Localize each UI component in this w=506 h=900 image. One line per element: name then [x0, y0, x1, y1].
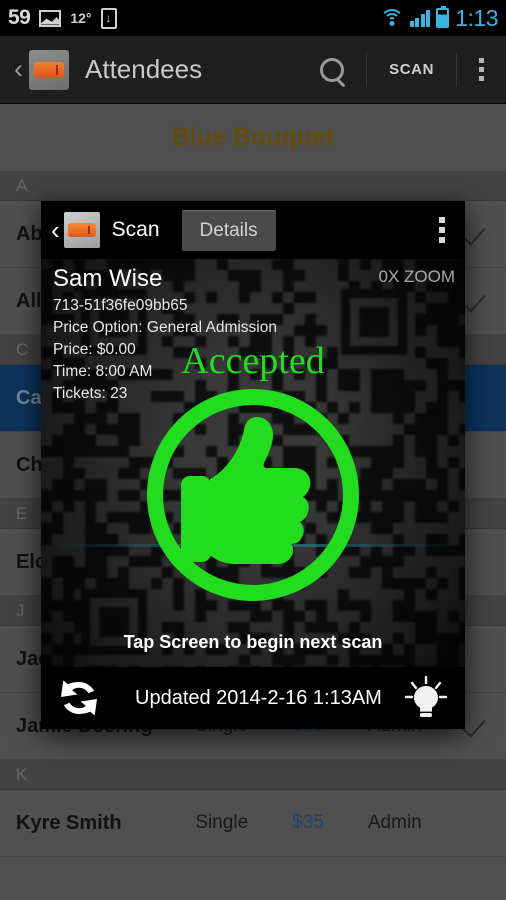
- search-icon: [320, 57, 345, 82]
- attendee-price-option: Price Option: General Admission: [53, 319, 277, 336]
- attendee-name: Sam Wise: [53, 265, 163, 292]
- refresh-icon[interactable]: [57, 677, 101, 719]
- attendee-info: Sam Wise 713-51f36fe09bb65 Price Option:…: [53, 265, 277, 405]
- back-icon[interactable]: ‹: [14, 56, 23, 83]
- clock: 1:13: [455, 4, 498, 31]
- download-icon: [100, 7, 117, 29]
- lightbulb-icon[interactable]: [403, 675, 449, 721]
- phone-screen: 59 12° 1:13 ‹ Attendees SCAN: [0, 0, 506, 900]
- scan-result-label: Accepted: [181, 340, 325, 382]
- details-button[interactable]: Details: [181, 209, 276, 251]
- overflow-menu-icon: [479, 58, 484, 81]
- status-bar-left: 59 12°: [8, 6, 117, 30]
- action-bar: ‹ Attendees SCAN: [0, 36, 506, 104]
- notification-count: 59: [8, 6, 31, 29]
- zoom-level-label: 0X ZOOM: [378, 267, 455, 286]
- page-title: Attendees: [85, 54, 203, 84]
- ticket-stub-icon[interactable]: [29, 49, 69, 90]
- search-button[interactable]: [298, 36, 366, 103]
- status-bar-right: 1:13: [379, 4, 498, 32]
- overflow-menu-icon[interactable]: [439, 217, 445, 243]
- status-bar: 59 12° 1:13: [0, 0, 506, 36]
- updated-label: Updated 2014-2-16 1:13AM: [135, 686, 382, 709]
- photo-icon: [39, 9, 62, 27]
- scan-camera-preview[interactable]: Sam Wise 713-51f36fe09bb65 Price Option:…: [41, 259, 465, 729]
- temperature-label: 12°: [70, 10, 92, 26]
- tap-hint-label: Tap Screen to begin next scan: [123, 632, 383, 652]
- thumbs-up-glyph: [181, 417, 311, 564]
- battery-icon: [436, 6, 450, 28]
- attendee-code: 713-51f36fe09bb65: [53, 297, 188, 314]
- scan-dialog-action-bar: ‹ Scan Details: [41, 201, 465, 259]
- signal-icon: [409, 9, 431, 27]
- scan-dialog-title: Scan: [111, 218, 160, 241]
- ticket-stub-icon[interactable]: [63, 212, 100, 248]
- wifi-icon: [379, 9, 404, 27]
- back-icon[interactable]: ‹: [51, 215, 60, 246]
- action-bar-actions: SCAN: [298, 36, 506, 103]
- scan-button[interactable]: SCAN: [367, 36, 456, 103]
- thumbs-up-icon: [147, 389, 359, 601]
- overflow-menu-button[interactable]: [457, 36, 506, 103]
- scan-button-label: SCAN: [389, 61, 434, 78]
- scan-dialog-footer: Updated 2014-2-16 1:13AM: [41, 667, 465, 729]
- scan-dialog[interactable]: ‹ Scan Details Sam Wise 713-51f36fe09bb6…: [41, 201, 465, 729]
